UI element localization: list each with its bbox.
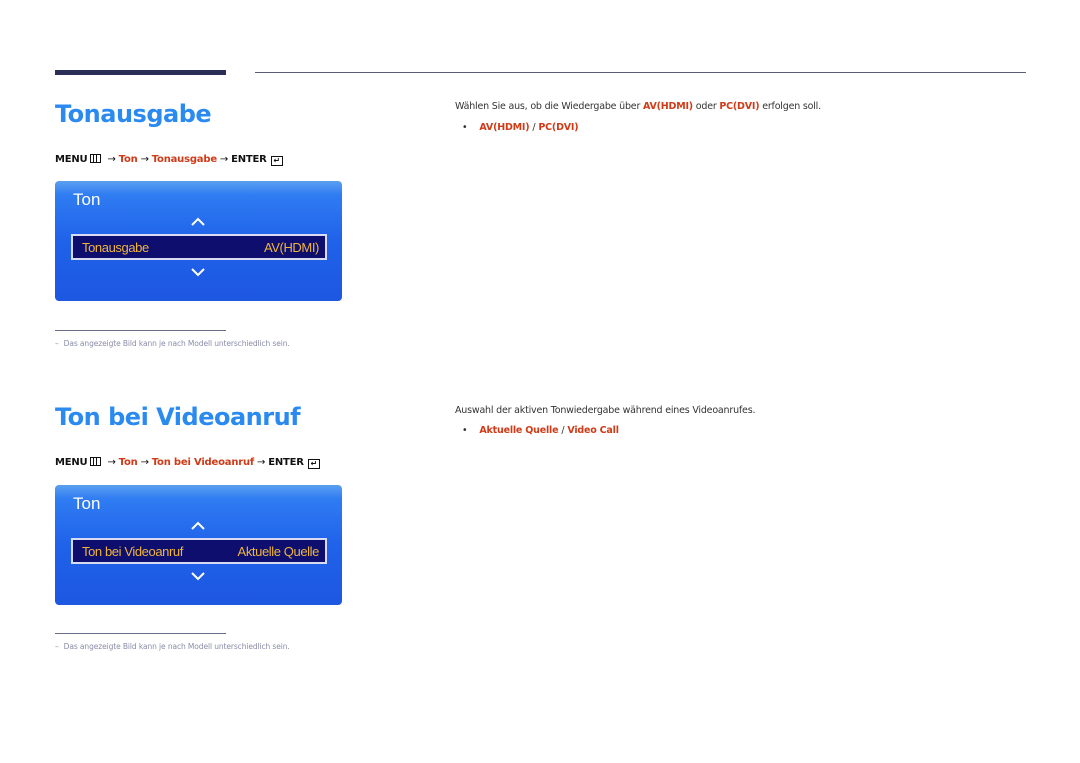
chevron-up-icon[interactable] <box>191 519 205 533</box>
description-option: PC(DVI) <box>719 101 760 112</box>
osd-item-value: Aktuelle Quelle <box>237 544 320 559</box>
enter-label: ENTER <box>268 457 304 468</box>
section-title-tonausgabe: Tonausgabe <box>55 100 212 128</box>
menu-label: MENU <box>55 457 88 468</box>
note-dash: – <box>55 339 59 348</box>
description-ton-bei-videoanruf: Auswahl der aktiven Tonwiedergabe währen… <box>455 405 756 416</box>
note-text: Das angezeigte Bild kann je nach Modell … <box>63 339 290 348</box>
menu-icon <box>90 457 102 466</box>
osd-item-label: Ton bei Videoanruf <box>82 544 183 559</box>
arrow-icon: → <box>140 154 149 165</box>
osd-item-value: AV(HDMI) <box>263 240 319 255</box>
separator: / <box>561 425 565 436</box>
note-rule <box>55 633 226 634</box>
separator: / <box>532 122 536 133</box>
menu-step-ton-bei-videoanruf: Ton bei Videoanruf <box>151 457 255 468</box>
header-rule-thick <box>55 70 226 75</box>
arrow-icon: → <box>140 457 149 468</box>
chevron-up-icon[interactable] <box>191 215 205 229</box>
option-aktuelle-quelle: Aktuelle Quelle <box>479 425 559 436</box>
description-option: AV(HDMI) <box>642 101 693 112</box>
bullet-icon: • <box>462 425 468 436</box>
description-text: Wählen Sie aus, ob die Wiedergabe über <box>455 101 643 112</box>
chevron-down-icon[interactable] <box>191 569 205 583</box>
osd-item-tonausgabe[interactable]: Tonausgabe AV(HDMI) <box>71 234 327 260</box>
chevron-down-icon[interactable] <box>191 265 205 279</box>
header-rule-thin <box>255 72 1026 73</box>
menu-step-ton: Ton <box>118 457 138 468</box>
option-pc-dvi: PC(DVI) <box>538 122 579 133</box>
menu-path-tonausgabe: MENU → Ton → Tonausgabe → ENTER ↵ <box>55 154 283 166</box>
osd-title: Ton <box>73 494 101 513</box>
enter-icon: ↵ <box>307 459 320 469</box>
enter-icon: ↵ <box>270 156 283 166</box>
description-tonausgabe: Wählen Sie aus, ob die Wiedergabe über A… <box>455 101 821 112</box>
image-note: – Das angezeigte Bild kann je nach Modell… <box>55 642 290 651</box>
option-video-call: Video Call <box>567 425 619 436</box>
note-dash: – <box>55 642 59 651</box>
section-title-ton-bei-videoanruf: Ton bei Videoanruf <box>55 403 301 431</box>
arrow-icon: → <box>219 154 229 165</box>
menu-path-ton-bei-videoanruf: MENU → Ton → Ton bei Videoanruf → ENTER ↵ <box>55 457 320 469</box>
menu-icon <box>90 154 102 163</box>
enter-label: ENTER <box>231 154 267 165</box>
arrow-icon: → <box>107 457 116 468</box>
osd-title: Ton <box>73 190 101 209</box>
note-rule <box>55 330 226 331</box>
menu-step-ton: Ton <box>118 154 138 165</box>
osd-menu-ton: Ton Ton bei Videoanruf Aktuelle Quelle <box>55 485 342 605</box>
options-list-ton-bei-videoanruf: • Aktuelle Quelle / Video Call <box>462 425 619 436</box>
option-av-hdmi: AV(HDMI) <box>479 122 530 133</box>
options-list-tonausgabe: • AV(HDMI) / PC(DVI) <box>462 122 579 133</box>
osd-menu-ton: Ton Tonausgabe AV(HDMI) <box>55 181 342 301</box>
osd-item-ton-bei-videoanruf[interactable]: Ton bei Videoanruf Aktuelle Quelle <box>71 538 327 564</box>
note-text: Das angezeigte Bild kann je nach Modell … <box>63 642 290 651</box>
description-text: erfolgen soll. <box>759 101 821 112</box>
osd-item-label: Tonausgabe <box>82 240 149 255</box>
arrow-icon: → <box>107 154 116 165</box>
description-text: oder <box>692 101 720 112</box>
bullet-icon: • <box>462 122 468 133</box>
menu-step-tonausgabe: Tonausgabe <box>151 154 217 165</box>
image-note: – Das angezeigte Bild kann je nach Modell… <box>55 339 290 348</box>
menu-label: MENU <box>55 154 88 165</box>
arrow-icon: → <box>257 457 266 468</box>
